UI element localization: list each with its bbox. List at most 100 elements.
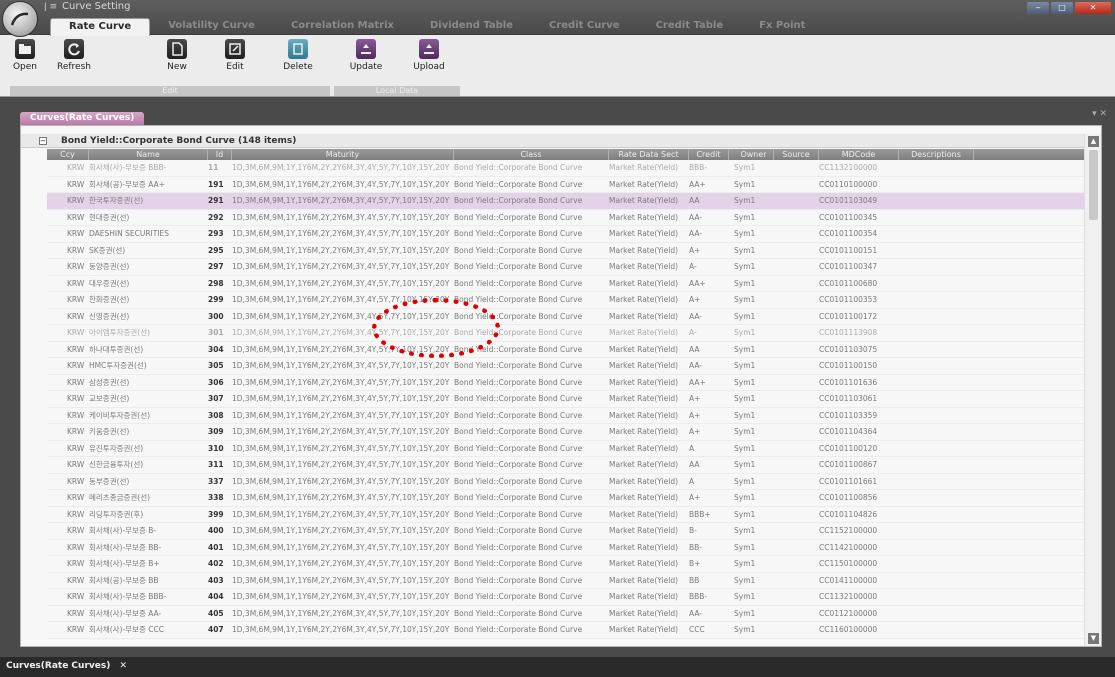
table-row[interactable]: KRW 회사채(사)-무보증 B+ 402 1D,3M,6M,9M,1Y,1Y6M,2… xyxy=(47,556,1084,573)
cell-source xyxy=(774,507,819,523)
cell-ccy: KRW xyxy=(67,377,85,387)
status-document-tab[interactable]: Curves(Rate Curves) ✕ xyxy=(6,661,127,671)
upload-button[interactable]: Upload xyxy=(404,39,454,72)
column-header-rate-data-sect[interactable]: Rate Data Sect xyxy=(609,149,689,160)
table-row[interactable]: KRW 현대증권(선) 292 1D,3M,6M,9M,1Y,1Y6M,2Y,2Y6M… xyxy=(47,210,1084,226)
tab-credit-curve[interactable]: Credit Curve xyxy=(531,18,638,36)
new-button[interactable]: New xyxy=(152,39,202,72)
column-header-class[interactable]: Class xyxy=(454,149,609,160)
table-row[interactable]: KRW 동부증권(선) 337 1D,3M,6M,9M,1Y,1Y6M,2Y,2Y6M… xyxy=(47,474,1084,490)
table-row[interactable]: KRW 삼성증권(선) 306 1D,3M,6M,9M,1Y,1Y6M,2Y,2Y6M… xyxy=(47,375,1084,391)
cell-source xyxy=(774,424,819,440)
column-header-credit[interactable]: Credit xyxy=(689,149,729,160)
column-header-owner[interactable]: Owner xyxy=(729,149,774,160)
cell-descriptions xyxy=(899,243,974,259)
cell-rate-data-sect: Market Rate(Yield) xyxy=(609,526,679,535)
table-row[interactable]: KRW DAESHIN SECURITIES 293 1D,3M,6M,9M,1Y,1… xyxy=(47,226,1084,243)
update-button[interactable]: Update xyxy=(341,39,391,72)
panel-pin-icon[interactable]: ▾ ✕ xyxy=(1092,109,1107,119)
table-row[interactable]: KRW 대우증권(선) 298 1D,3M,6M,9M,1Y,1Y6M,2Y,2Y6M… xyxy=(47,276,1084,292)
edit-button[interactable]: Edit xyxy=(210,39,260,72)
cell-id: 298 xyxy=(208,278,224,288)
close-button[interactable]: ✕ xyxy=(1075,2,1111,14)
cell-name: 회사채(사)-무보증 BBB- xyxy=(89,592,167,601)
table-row[interactable]: KRW 신영증권(선) 300 1D,3M,6M,9M,1Y,1Y6M,2Y,2Y6M… xyxy=(47,309,1084,325)
cell-owner: Sym1 xyxy=(734,542,756,552)
table-row[interactable]: KRW 신한금융투자(선) 311 1D,3M,6M,9M,1Y,1Y6M,2Y,2Y… xyxy=(47,457,1084,474)
cell-rate-data-sect: Market Rate(Yield) xyxy=(609,344,679,354)
table-row[interactable]: KRW 유진투자증권(선) 310 1D,3M,6M,9M,1Y,1Y6M,2Y,2Y… xyxy=(47,441,1084,457)
cell-source xyxy=(774,540,819,556)
column-header-ccy[interactable]: Ccy xyxy=(47,149,89,160)
cell-source xyxy=(774,622,819,638)
table-row[interactable]: KRW 교보증권(선) 307 1D,3M,6M,9M,1Y,1Y6M,2Y,2Y6M… xyxy=(47,391,1084,408)
delete-button[interactable]: Delete xyxy=(273,39,323,72)
table-row[interactable]: KRW 메리츠종금증권(선) 338 1D,3M,6M,9M,1Y,1Y6M,2Y,2… xyxy=(47,490,1084,507)
maximize-button[interactable]: □ xyxy=(1051,2,1073,14)
table-row[interactable]: KRW 아이엠투자증권(선) 301 1D,3M,6M,9M,1Y,1Y6M,2Y,2… xyxy=(47,325,1084,342)
cell-owner: Sym1 xyxy=(734,344,756,354)
curves-grid-panel: − Bond Yield::Corporate Bond Curve (148 … xyxy=(20,125,1102,647)
table-row[interactable]: KRW 회사채(사)-무보증 BBB- 11 1D,3M,6M,9M,1Y,1Y6M,… xyxy=(47,160,1084,177)
column-header-maturity[interactable]: Maturity xyxy=(232,149,454,160)
tab-dividend-table[interactable]: Dividend Table xyxy=(412,18,531,36)
application-menu-button[interactable] xyxy=(2,1,38,37)
cell-name: 유진투자증권(선) xyxy=(89,443,144,453)
table-row[interactable]: KRW 케이비투자증권(선) 308 1D,3M,6M,9M,1Y,1Y6M,2Y,2… xyxy=(47,408,1084,424)
table-row[interactable]: KRW 하나대투증권(선) 304 1D,3M,6M,9M,1Y,1Y6M,2Y,2Y… xyxy=(47,342,1084,358)
cell-rate-data-sect: Market Rate(Yield) xyxy=(609,443,679,453)
tab-volatility-curve[interactable]: Volatility Curve xyxy=(150,18,273,36)
table-row[interactable]: KRW 회사채(사)-무보증 CCC 407 1D,3M,6M,9M,1Y,1Y6M,… xyxy=(47,622,1084,639)
table-row[interactable]: KRW 회사채(공)-무보증 AA+ 191 1D,3M,6M,9M,1Y,1Y6M,… xyxy=(47,177,1084,193)
cell-credit: AA- xyxy=(689,608,703,618)
table-row[interactable]: KRW SK증권(선) 295 1D,3M,6M,9M,1Y,1Y6M,2Y,2Y6M… xyxy=(47,243,1084,259)
table-row[interactable]: KRW 동양증권(선) 297 1D,3M,6M,9M,1Y,1Y6M,2Y,2Y6M… xyxy=(47,259,1084,276)
quick-access-toolbar[interactable]: ǀ ≡ xyxy=(44,2,57,12)
cell-owner: Sym1 xyxy=(734,460,756,469)
column-header-source[interactable]: Source xyxy=(774,149,819,160)
scroll-down-icon[interactable]: ▼ xyxy=(1088,633,1099,644)
table-row[interactable]: KRW 회사채(사)-무보증 AA- 405 1D,3M,6M,9M,1Y,1Y6M,… xyxy=(47,606,1084,622)
minimize-button[interactable]: ‒ xyxy=(1027,2,1049,14)
table-row[interactable]: KRW 한화증권(선) 299 1D,3M,6M,9M,1Y,1Y6M,2Y,2Y6M… xyxy=(47,292,1084,309)
vertical-scrollbar[interactable]: ▲ ▼ xyxy=(1084,134,1101,646)
cell-ccy: KRW xyxy=(67,212,85,222)
group-label-edit: Edit xyxy=(10,86,330,96)
cell-maturity: 1D,3M,6M,9M,1Y,1Y6M,2Y,2Y6M,3Y,4Y,5Y,7Y,… xyxy=(232,592,450,601)
document-tab[interactable]: Curves(Rate Curves) xyxy=(20,112,145,125)
tab-rate-curve[interactable]: Rate Curve xyxy=(50,18,151,36)
scroll-thumb[interactable] xyxy=(1089,150,1098,220)
table-row[interactable]: KRW HMC투자증권(선) 305 1D,3M,6M,9M,1Y,1Y6M,2Y,2… xyxy=(47,358,1084,375)
tab-fx-point[interactable]: Fx Point xyxy=(741,18,823,36)
column-header-name[interactable]: Name xyxy=(89,149,208,160)
cell-id: 407 xyxy=(208,625,224,634)
cell-mdcode: CC0101100867 xyxy=(819,460,878,469)
cell-rate-data-sect: Market Rate(Yield) xyxy=(609,410,679,420)
table-row[interactable]: KRW 리딩투자증권(후) 399 1D,3M,6M,9M,1Y,1Y6M,2Y,2Y… xyxy=(47,507,1084,523)
cell-class: Bond Yield::Corporate Bond Curve xyxy=(454,592,583,601)
table-row[interactable]: KRW 회사채(공)-무보증 BB 403 1D,3M,6M,9M,1Y,1Y6M,2… xyxy=(47,573,1084,589)
table-row[interactable]: KRW 키움증권(선) 309 1D,3M,6M,9M,1Y,1Y6M,2Y,2Y6M… xyxy=(47,424,1084,441)
status-tab-close-icon[interactable]: ✕ xyxy=(119,661,127,671)
cell-maturity: 1D,3M,6M,9M,1Y,1Y6M,2Y,2Y6M,3Y,4Y,5Y,7Y,… xyxy=(232,443,450,453)
table-row[interactable]: KRW 한국투자증권(선) 291 1D,3M,6M,9M,1Y,1Y6M,2Y,2Y… xyxy=(47,193,1084,210)
cell-class: Bond Yield::Corporate Bond Curve xyxy=(454,394,583,403)
table-row[interactable]: KRW 회사채(사)-무보증 B- 400 1D,3M,6M,9M,1Y,1Y6M,2… xyxy=(47,523,1084,540)
column-header-id[interactable]: Id xyxy=(208,149,232,160)
cell-owner: Sym1 xyxy=(734,476,756,486)
tab-credit-table[interactable]: Credit Table xyxy=(638,18,742,36)
cell-mdcode: CC1160100000 xyxy=(819,625,878,634)
refresh-button[interactable]: Refresh xyxy=(49,39,99,72)
group-label-local-data: Local Data xyxy=(334,86,460,96)
column-header-descriptions[interactable]: Descriptions xyxy=(899,149,974,160)
update-label: Update xyxy=(349,62,383,72)
open-button[interactable]: Open xyxy=(0,39,50,72)
cell-rate-data-sect: Market Rate(Yield) xyxy=(609,245,679,255)
collapse-icon[interactable]: − xyxy=(39,137,47,145)
scroll-up-icon[interactable]: ▲ xyxy=(1088,136,1099,147)
tab-correlation-matrix[interactable]: Correlation Matrix xyxy=(273,18,412,36)
table-row[interactable]: KRW 회사채(사)-무보증 BBB- 404 1D,3M,6M,9M,1Y,1Y6M… xyxy=(47,589,1084,606)
table-row[interactable]: KRW 회사채(사)-무보증 BB- 401 1D,3M,6M,9M,1Y,1Y6M,… xyxy=(47,540,1084,556)
column-header-mdcode[interactable]: MDCode xyxy=(819,149,899,160)
group-row[interactable]: − Bond Yield::Corporate Bond Curve (148 … xyxy=(21,134,1084,148)
